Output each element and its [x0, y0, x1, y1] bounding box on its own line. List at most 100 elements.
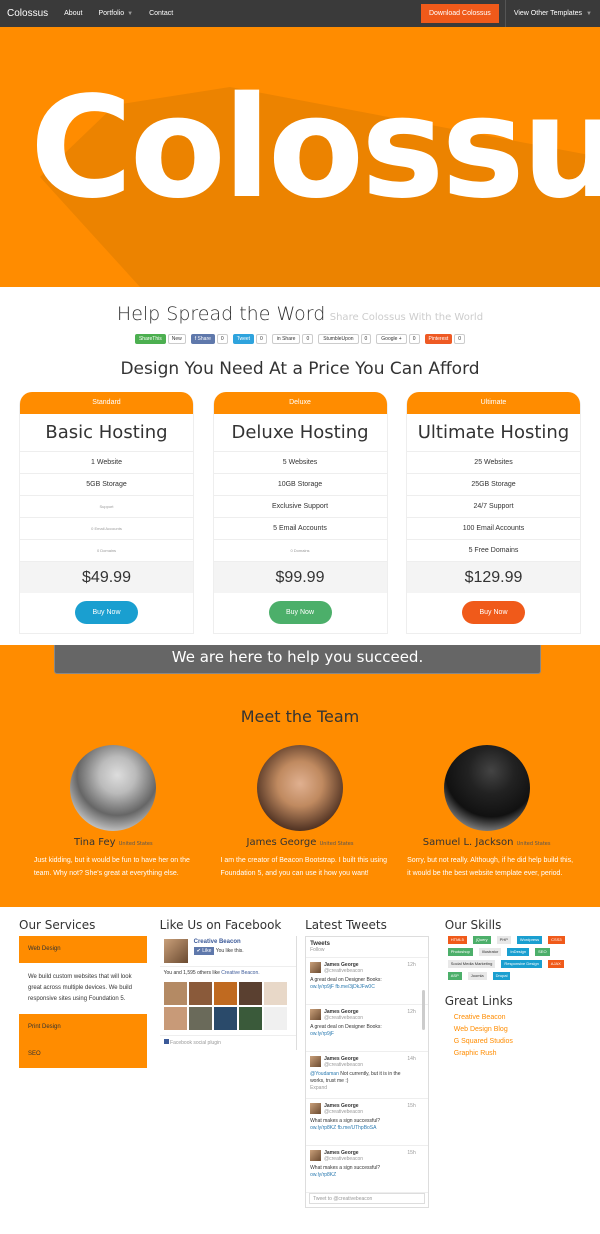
great-link[interactable]: Graphic Rush — [454, 1048, 592, 1060]
tweet-item: James George @creativebeacon 15h What makes… — [306, 1099, 428, 1146]
plan-feature: 5GB Storage — [20, 474, 193, 496]
facebook-fan-avatar[interactable] — [188, 982, 212, 1005]
skill-tag[interactable]: HTML5 — [447, 936, 467, 944]
buy-now-button[interactable]: Buy Now — [268, 601, 332, 624]
facebook-page-name[interactable]: Creative Beacon — [194, 939, 244, 945]
service-web-design-text: We build custom websites that will look … — [28, 974, 132, 1002]
skill-tag[interactable]: PHP — [496, 936, 511, 944]
facebook-like-box: Creative Beacon ✔ Like You like this. Yo… — [159, 936, 298, 1050]
tweet-time[interactable]: 14h — [407, 1056, 415, 1068]
facebook-fan-avatar[interactable] — [238, 1007, 262, 1030]
share-count: 0 — [256, 334, 267, 344]
share-button[interactable]: in Share — [271, 334, 301, 344]
member-name: James George — [246, 837, 317, 848]
follow-link[interactable]: Follow — [310, 947, 324, 953]
plan-feature: 100 Email Accounts — [407, 518, 580, 540]
tweets-column: Latest Tweets Tweets Follow James George… — [305, 907, 429, 1208]
service-web-design[interactable]: Web Design — [19, 936, 147, 963]
facebook-fan-avatar[interactable] — [163, 1007, 187, 1030]
share-button[interactable]: StumbleUpon — [318, 334, 359, 344]
tweet-handle: @creativebeacon — [324, 1062, 364, 1068]
plan-tier: Deluxe — [213, 392, 387, 414]
skill-tag[interactable]: Joomla — [467, 972, 487, 980]
skill-tag[interactable]: AJAX — [547, 960, 564, 968]
tweet-header: James George @creativebeacon 12h — [310, 1009, 416, 1021]
tweet-avatar[interactable] — [310, 1009, 322, 1020]
tweet-avatar[interactable] — [310, 1056, 322, 1067]
tweet-handle: @creativebeacon — [324, 968, 364, 974]
tweet-handle: @creativebeacon — [324, 1109, 364, 1115]
tweet-link[interactable]: ow.ly/rp8KZ fb.me/UThpBoSA — [310, 1125, 376, 1131]
tweet-link[interactable]: ow.ly/rp9jF — [310, 1031, 334, 1037]
service-seo[interactable]: SEO — [19, 1041, 147, 1068]
tweet-expand[interactable]: Expand — [310, 1085, 327, 1091]
skill-tag[interactable]: InDesign — [507, 948, 530, 956]
skill-tag[interactable]: Social Media Marketing — [447, 960, 496, 968]
tweets-scrollbar[interactable] — [421, 990, 425, 1030]
buy-now-button[interactable]: Buy Now — [75, 601, 138, 624]
tweet-time[interactable]: 15h — [407, 1103, 415, 1115]
tweet-mention[interactable]: @Youdaman — [310, 1071, 339, 1077]
tweet-input[interactable]: Tweet to @creativebeacon — [309, 1193, 425, 1204]
tweet-time[interactable]: 12h — [407, 962, 415, 974]
tweet-avatar[interactable] — [310, 962, 322, 973]
plan-feature: 10GB Storage — [213, 474, 387, 496]
member-avatar — [443, 745, 530, 831]
facebook-fan-avatar[interactable] — [213, 1007, 237, 1030]
facebook-fan-avatar[interactable] — [163, 982, 187, 1005]
tweet-time[interactable]: 12h — [407, 1009, 415, 1021]
tweet-avatar[interactable] — [310, 1103, 322, 1114]
skill-tag[interactable]: Responsive Design — [501, 960, 542, 968]
share-button-group: Pinterest 0 — [424, 334, 466, 344]
facebook-fan-avatar[interactable] — [263, 1007, 287, 1030]
tweet-avatar[interactable] — [310, 1150, 322, 1161]
facebook-fan-avatar[interactable] — [238, 982, 262, 1005]
tweet-link[interactable]: ow.ly/rp9jF fb.me/3jDkJFw0C — [310, 984, 375, 990]
share-button[interactable]: ShareThis — [134, 334, 166, 344]
great-link[interactable]: G Squared Studios — [454, 1036, 592, 1048]
share-section: Help Spread the Word Share Colossus With… — [0, 303, 600, 325]
facebook-fan-avatar[interactable] — [188, 1007, 212, 1030]
nav-portfolio[interactable]: Portfolio ▼ — [90, 10, 141, 17]
share-button[interactable]: Google + — [376, 334, 407, 344]
plan-price: $129.99 — [407, 562, 580, 593]
facebook-fan-avatar[interactable] — [263, 982, 287, 1005]
facebook-icon — [163, 1039, 169, 1044]
tweet-author: James George @creativebeacon — [324, 962, 363, 974]
great-links-title: Great Links — [444, 994, 513, 1008]
skill-tag[interactable]: Wordpress — [516, 936, 543, 944]
brand-logo[interactable]: Colossus — [0, 8, 56, 19]
tweet-time[interactable]: 15h — [407, 1150, 415, 1162]
great-link[interactable]: Web Design Blog — [454, 1024, 592, 1036]
skill-tag[interactable]: CSS3 — [548, 936, 565, 944]
tweet-text: What makes a sign successful? — [310, 1165, 381, 1171]
facebook-others-link[interactable]: Creative Beacon. — [221, 970, 259, 976]
share-button-group: StumbleUpon 0 — [318, 334, 372, 344]
share-button[interactable]: Tweet — [232, 334, 255, 344]
share-button-group: f Share 0 — [190, 334, 228, 344]
facebook-like-button[interactable]: ✔ Like — [193, 947, 215, 955]
skill-tag[interactable]: ASP — [447, 972, 462, 980]
share-button-group: ShareThis New — [134, 334, 186, 344]
share-button[interactable]: Pinterest — [424, 334, 453, 344]
great-link[interactable]: Creative Beacon — [454, 1012, 592, 1024]
skill-tag[interactable]: Illustrator — [478, 948, 502, 956]
facebook-page-avatar[interactable] — [163, 939, 188, 963]
share-button[interactable]: f Share — [190, 334, 215, 344]
service-print-design[interactable]: Print Design — [19, 1014, 147, 1041]
share-button-label: f Share — [194, 336, 211, 342]
buy-now-button[interactable]: Buy Now — [462, 601, 525, 624]
view-other-templates-menu[interactable]: View Other Templates ▼ — [506, 10, 600, 17]
share-count: 0 — [454, 334, 466, 344]
facebook-fan-avatar[interactable] — [213, 982, 237, 1005]
twitter-timeline: Tweets Follow James George @creativebeaco… — [305, 936, 429, 1208]
skill-tag[interactable]: Photoshop — [447, 948, 473, 956]
skill-tag[interactable]: jQuery — [472, 936, 491, 944]
skill-tag[interactable]: Drupal — [492, 972, 511, 980]
share-button-label: Tweet — [236, 336, 251, 342]
download-button[interactable]: Download Colossus — [420, 4, 499, 23]
tweet-link[interactable]: ow.ly/rp8KZ — [310, 1172, 336, 1178]
nav-contact[interactable]: Contact — [141, 10, 181, 17]
nav-about[interactable]: About — [56, 10, 90, 17]
skill-tag[interactable]: SEO — [535, 948, 550, 956]
